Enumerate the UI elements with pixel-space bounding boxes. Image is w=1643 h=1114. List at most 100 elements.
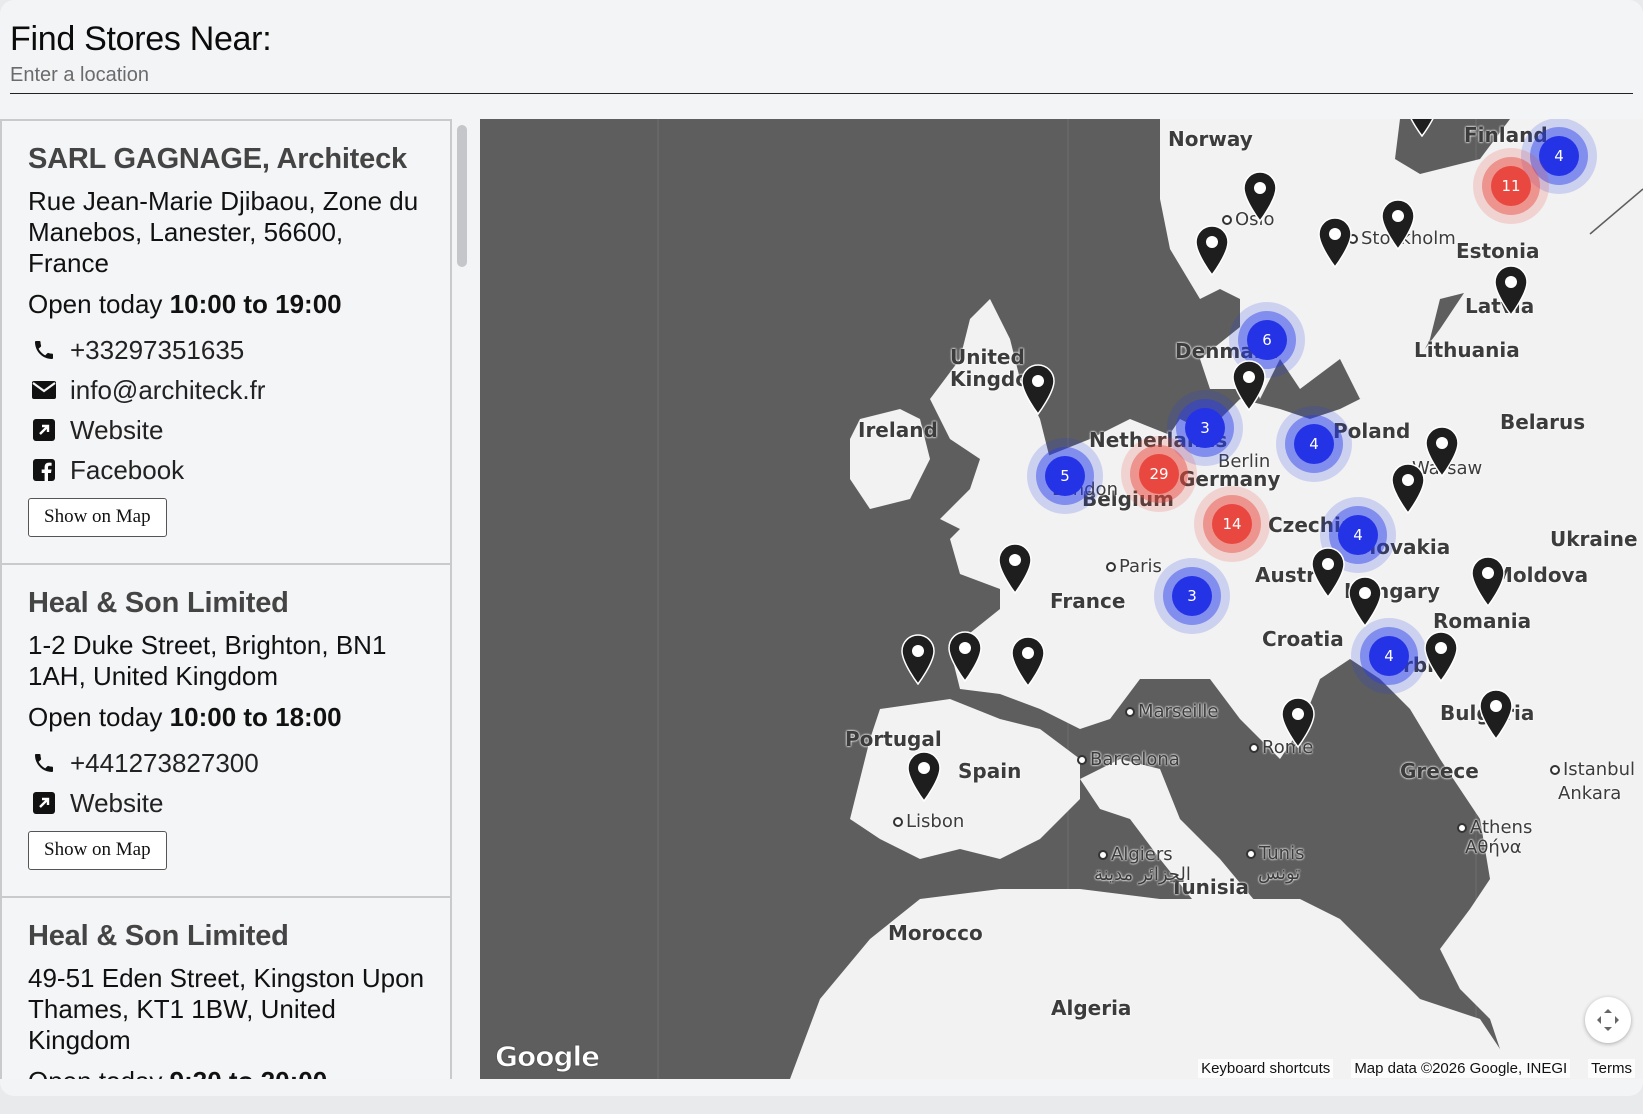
store-pin-marker[interactable]	[1241, 170, 1279, 223]
store-pin-marker[interactable]	[1230, 359, 1268, 412]
store-card: Heal & Son Limited 49-51 Eden Street, Ki…	[0, 898, 452, 1079]
search-title: Find Stores Near:	[10, 20, 272, 58]
store-pin-marker[interactable]	[1279, 696, 1317, 749]
website-label: Website	[70, 414, 164, 445]
cluster-marker[interactable]: 6	[1247, 320, 1287, 360]
scrollbar-thumb[interactable]	[457, 125, 467, 267]
country-label: Lithuania	[1414, 338, 1520, 362]
location-search-input[interactable]	[10, 64, 1633, 94]
store-address: 49-51 Eden Street, Kingston Upon Thames,…	[28, 963, 425, 1055]
cluster-marker[interactable]: 4	[1539, 136, 1579, 176]
store-pin-marker[interactable]	[1469, 555, 1507, 608]
terms-link[interactable]: Terms	[1588, 1058, 1635, 1078]
map-attribution-bar: Keyboard shortcuts Map data ©2026 Google…	[1190, 1057, 1643, 1079]
country-label: Moldova	[1493, 563, 1589, 587]
list-scrollbar[interactable]	[452, 119, 471, 1079]
keyboard-shortcuts-link[interactable]: Keyboard shortcuts	[1198, 1058, 1334, 1078]
store-email[interactable]: info@architeck.fr	[28, 370, 426, 410]
country-label: Algeria	[1051, 996, 1132, 1020]
store-pin-marker[interactable]	[1422, 630, 1460, 683]
country-label: Portugal	[845, 727, 942, 751]
store-address: 1-2 Duke Street, Brighton, BN1 1AH, Unit…	[28, 630, 387, 691]
website-label: Website	[70, 787, 164, 818]
google-logo: Google	[494, 1040, 600, 1074]
store-pin-marker[interactable]	[1346, 575, 1384, 628]
store-hours: Open today 10:00 to 18:00	[28, 702, 426, 733]
city-label: الجزائر مدينة	[1094, 864, 1191, 885]
store-list-panel[interactable]: SARL GAGNAGE, Architeck Rue Jean-Marie D…	[0, 119, 471, 1079]
store-pin-marker[interactable]	[1403, 119, 1441, 138]
external-link-icon	[30, 789, 58, 817]
app-window: Find Stores Near: SARL GAGNAGE, Architec…	[0, 0, 1643, 1096]
store-pin-marker[interactable]	[1019, 363, 1057, 416]
country-label: Ukraine	[1550, 527, 1638, 551]
store-phone[interactable]: +441273827300	[28, 743, 426, 783]
store-name: Heal & Son Limited	[28, 920, 289, 952]
email-address: info@architeck.fr	[70, 374, 266, 405]
store-facebook-link[interactable]: Facebook	[28, 450, 426, 490]
phone-number: +441273827300	[70, 747, 259, 778]
country-label: Croatia	[1262, 627, 1344, 651]
store-card: Heal & Son Limited 1-2 Duke Street, Brig…	[0, 565, 452, 898]
store-pin-marker[interactable]	[996, 542, 1034, 595]
external-link-icon	[30, 416, 58, 444]
store-map[interactable]: Norway Finland Estonia Latvia Lithuania …	[480, 119, 1643, 1079]
store-name: SARL GAGNAGE, Architeck	[28, 143, 407, 175]
map-camera-control[interactable]	[1585, 997, 1631, 1043]
store-pin-marker[interactable]	[1379, 198, 1417, 251]
map-data-credit: Map data ©2026 Google, INEGI	[1351, 1058, 1571, 1078]
city-label: Berlin	[1218, 451, 1271, 472]
city-label: Marseille	[1125, 701, 1219, 722]
store-address: Rue Jean-Marie Djibaou, Zone du Manebos,…	[28, 186, 419, 278]
cluster-marker[interactable]: 14	[1212, 504, 1252, 544]
store-pin-marker[interactable]	[899, 633, 937, 686]
cluster-marker[interactable]: 5	[1045, 456, 1085, 496]
city-label: Athens	[1457, 817, 1532, 838]
phone-icon	[30, 336, 58, 364]
store-phone[interactable]: +33297351635	[28, 330, 426, 370]
store-website-link[interactable]: Website	[28, 410, 426, 450]
hours-prefix: Open today	[28, 702, 170, 732]
cluster-marker[interactable]: 11	[1491, 166, 1531, 206]
city-label: Ankara	[1558, 783, 1622, 804]
phone-icon	[30, 749, 58, 777]
store-pin-marker[interactable]	[1193, 224, 1231, 277]
store-pin-marker[interactable]	[1309, 546, 1347, 599]
facebook-icon	[30, 456, 58, 484]
store-hours: Open today 9:30 to 20:00	[28, 1066, 426, 1079]
city-label: Barcelona	[1077, 749, 1180, 770]
cluster-marker[interactable]: 4	[1294, 424, 1334, 464]
store-pin-marker[interactable]	[1389, 462, 1427, 515]
city-label: Istanbul	[1550, 759, 1635, 780]
cluster-marker[interactable]: 3	[1185, 408, 1225, 448]
hours-value: 10:00 to 19:00	[169, 289, 342, 319]
city-label: Algiers	[1098, 844, 1173, 865]
country-label: Finland	[1464, 123, 1548, 147]
store-pin-marker[interactable]	[1492, 264, 1530, 317]
store-pin-marker[interactable]	[1477, 688, 1515, 741]
store-card: SARL GAGNAGE, Architeck Rue Jean-Marie D…	[0, 119, 452, 565]
country-label: Ireland	[858, 418, 938, 442]
country-label: Greece	[1400, 759, 1479, 783]
move-arrows-icon	[1597, 1009, 1619, 1031]
cluster-marker[interactable]: 4	[1369, 636, 1409, 676]
facebook-label: Facebook	[70, 454, 185, 485]
store-list: SARL GAGNAGE, Architeck Rue Jean-Marie D…	[0, 119, 452, 1079]
store-hours: Open today 10:00 to 19:00	[28, 289, 426, 320]
store-pin-marker[interactable]	[905, 750, 943, 803]
cluster-marker[interactable]: 29	[1139, 454, 1179, 494]
country-label: Estonia	[1456, 239, 1540, 263]
store-pin-marker[interactable]	[1423, 425, 1461, 478]
store-pin-marker[interactable]	[1316, 216, 1354, 269]
store-website-link[interactable]: Website	[28, 783, 426, 823]
store-pin-marker[interactable]	[946, 630, 984, 683]
show-on-map-button[interactable]: Show on Map	[28, 831, 167, 870]
cluster-marker[interactable]: 3	[1172, 576, 1212, 616]
store-name: Heal & Son Limited	[28, 587, 289, 619]
hours-prefix: Open today	[28, 1066, 170, 1079]
country-label: France	[1050, 589, 1126, 613]
country-label: Belarus	[1500, 410, 1586, 434]
city-label: تونس	[1258, 863, 1301, 884]
store-pin-marker[interactable]	[1009, 635, 1047, 688]
show-on-map-button[interactable]: Show on Map	[28, 498, 167, 537]
